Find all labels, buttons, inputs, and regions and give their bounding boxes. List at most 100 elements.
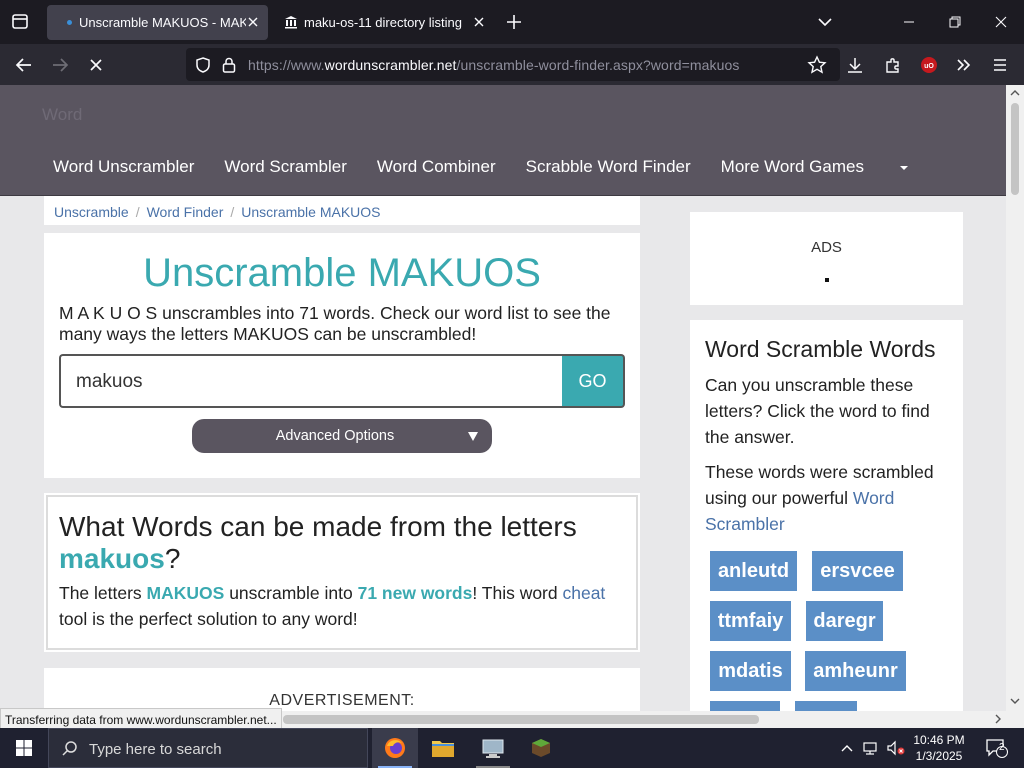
breadcrumb-unscramble[interactable]: Unscramble bbox=[54, 204, 129, 220]
desc-word-count: 71 new words bbox=[357, 583, 473, 603]
scroll-right-arrow-icon[interactable] bbox=[994, 714, 1002, 724]
page-viewport: Word Word Unscrambler Word Scrambler Wor… bbox=[0, 85, 1006, 711]
clock-time: 10:46 PM bbox=[913, 733, 965, 747]
search-icon bbox=[62, 741, 77, 756]
word-search-input[interactable]: makuos bbox=[59, 354, 562, 408]
taskbar-search-box[interactable]: Type here to search bbox=[48, 728, 368, 768]
file-explorer-icon[interactable] bbox=[420, 728, 466, 768]
network-icon[interactable] bbox=[860, 728, 884, 768]
scramble-chip[interactable]: anleutd bbox=[710, 551, 797, 591]
overflow-chevrons-icon[interactable] bbox=[953, 54, 975, 76]
scramble-chip[interactable]: amheunr bbox=[805, 651, 906, 691]
hamburger-menu-icon[interactable] bbox=[989, 54, 1011, 76]
breadcrumb: Unscramble / Word Finder / Unscramble MAKUOS bbox=[44, 196, 640, 225]
scramble-chip[interactable]: ersvcee bbox=[812, 551, 903, 591]
sidebar-desc-text: These words were scrambled using our pow… bbox=[705, 462, 934, 508]
search-value: makuos bbox=[76, 371, 143, 392]
scramble-chip-partial[interactable] bbox=[710, 701, 780, 711]
minecraft-icon[interactable] bbox=[518, 728, 564, 768]
sidebar-ads: ADS bbox=[690, 212, 963, 305]
forward-arrow-icon[interactable] bbox=[49, 54, 71, 76]
restore-icon[interactable] bbox=[932, 0, 978, 44]
loading-icon bbox=[67, 20, 72, 25]
unscramble-card: Unscramble MAKUOS M A K U O S unscramble… bbox=[44, 233, 640, 478]
notification-count-badge: 2 bbox=[999, 742, 1005, 753]
browser-tab-strip: Unscramble MAKUOS - MAKUOS maku-os-11 di… bbox=[0, 0, 1024, 44]
url-text[interactable]: https://www.wordunscrambler.net/unscramb… bbox=[248, 57, 740, 73]
desc-part: ! This word bbox=[472, 583, 563, 603]
close-tab-icon[interactable] bbox=[472, 15, 486, 29]
words-description: The letters MAKUOS unscramble into 71 ne… bbox=[59, 580, 629, 632]
extensions-puzzle-icon[interactable] bbox=[882, 54, 904, 76]
vertical-scroll-thumb[interactable] bbox=[1011, 103, 1019, 195]
nav-more-word-games[interactable]: More Word Games bbox=[721, 157, 938, 177]
vertical-scrollbar[interactable] bbox=[1006, 85, 1024, 711]
clock[interactable]: 10:46 PM 1/3/2025 bbox=[908, 732, 970, 764]
breadcrumb-word-finder[interactable]: Word Finder bbox=[147, 204, 224, 220]
desc-part: tool is the perfect solution to any word… bbox=[59, 609, 358, 629]
scramble-chip[interactable]: daregr bbox=[806, 601, 883, 641]
nav-word-combiner[interactable]: Word Combiner bbox=[377, 157, 496, 177]
sidebar-intro: Can you unscramble these letters? Click … bbox=[705, 375, 930, 447]
breadcrumb-separator: / bbox=[230, 204, 235, 220]
download-icon[interactable] bbox=[844, 54, 866, 76]
speaker-muted-icon[interactable] bbox=[884, 728, 908, 768]
minimize-icon[interactable] bbox=[886, 0, 932, 44]
firefox-taskbar-icon[interactable] bbox=[372, 728, 418, 768]
bookmark-star-icon[interactable] bbox=[806, 54, 828, 76]
navigation-toolbar: https://www.wordunscrambler.net/unscramb… bbox=[0, 44, 1024, 85]
url-path: /unscramble-word-finder.aspx?word=makuos bbox=[456, 57, 740, 73]
cheat-link[interactable]: cheat bbox=[562, 583, 605, 603]
chevron-up-icon[interactable] bbox=[836, 728, 858, 768]
heading-prefix: What Words can be made from the letters bbox=[59, 511, 577, 542]
heading-word: makuos bbox=[59, 543, 165, 574]
taskbar-search-placeholder: Type here to search bbox=[89, 741, 222, 758]
site-logo[interactable]: Word bbox=[42, 105, 82, 125]
scroll-up-arrow-icon[interactable] bbox=[1010, 89, 1020, 97]
horizontal-scroll-thumb[interactable] bbox=[283, 715, 759, 724]
advertisement-card: ADVERTISEMENT: bbox=[44, 668, 640, 711]
scramble-chip[interactable]: mdatis bbox=[710, 651, 791, 691]
breadcrumb-current[interactable]: Unscramble MAKUOS bbox=[241, 204, 380, 220]
bank-icon bbox=[284, 15, 298, 29]
scroll-down-arrow-icon[interactable] bbox=[1010, 697, 1020, 705]
nav-word-scrambler[interactable]: Word Scrambler bbox=[224, 157, 347, 177]
desc-letters: MAKUOS bbox=[146, 583, 225, 603]
new-tab-plus-icon[interactable] bbox=[503, 11, 525, 33]
nav-more-label: More Word Games bbox=[720, 157, 864, 176]
scramble-chip-partial[interactable] bbox=[795, 701, 857, 711]
ublock-origin-icon[interactable]: uO bbox=[918, 54, 940, 76]
advanced-options-button[interactable]: Advanced Options bbox=[192, 419, 492, 453]
nav-word-unscrambler[interactable]: Word Unscrambler bbox=[53, 157, 194, 177]
go-button[interactable]: GO bbox=[562, 354, 625, 408]
tab-unscramble-makuos[interactable]: Unscramble MAKUOS - MAKUOS bbox=[47, 5, 268, 40]
lock-icon[interactable] bbox=[218, 54, 240, 76]
windows-taskbar: Type here to search 10:46 PM 1/3/2025 2 bbox=[0, 728, 1024, 768]
address-bar[interactable]: https://www.wordunscrambler.net/unscramb… bbox=[186, 48, 840, 81]
scramble-chip[interactable]: ttmfaiy bbox=[710, 601, 791, 641]
clock-date: 1/3/2025 bbox=[915, 749, 963, 763]
sidebar-title: Word Scramble Words bbox=[705, 336, 936, 362]
status-bar: Transferring data from www.wordunscrambl… bbox=[0, 708, 282, 730]
notification-center-icon[interactable]: 2 bbox=[976, 728, 1016, 768]
tab-directory-listing[interactable]: maku-os-11 directory listing bbox=[272, 5, 494, 40]
nav-scrabble-word-finder[interactable]: Scrabble Word Finder bbox=[526, 157, 691, 177]
remote-desktop-icon[interactable] bbox=[470, 728, 516, 768]
caret-down-icon bbox=[899, 165, 908, 170]
desc-part: The letters bbox=[59, 583, 147, 603]
shield-icon[interactable] bbox=[192, 54, 214, 76]
close-tab-icon[interactable] bbox=[246, 15, 260, 29]
ad-placeholder-dot bbox=[825, 278, 829, 282]
stop-loading-icon[interactable] bbox=[85, 54, 107, 76]
tab-list-icon[interactable] bbox=[6, 9, 34, 35]
windows-start-icon[interactable] bbox=[0, 728, 48, 768]
advanced-options-label: Advanced Options bbox=[275, 428, 395, 444]
heading-suffix: ? bbox=[164, 543, 181, 574]
svg-text:uO: uO bbox=[924, 63, 934, 70]
chevron-down-icon[interactable] bbox=[816, 13, 834, 31]
close-window-icon[interactable] bbox=[978, 0, 1024, 44]
words-made-card: What Words can be made from the letters … bbox=[44, 493, 640, 652]
main-nav: Word Unscrambler Word Scrambler Word Com… bbox=[53, 157, 968, 177]
back-arrow-icon[interactable] bbox=[13, 54, 35, 76]
ads-label: ADS bbox=[811, 239, 842, 256]
